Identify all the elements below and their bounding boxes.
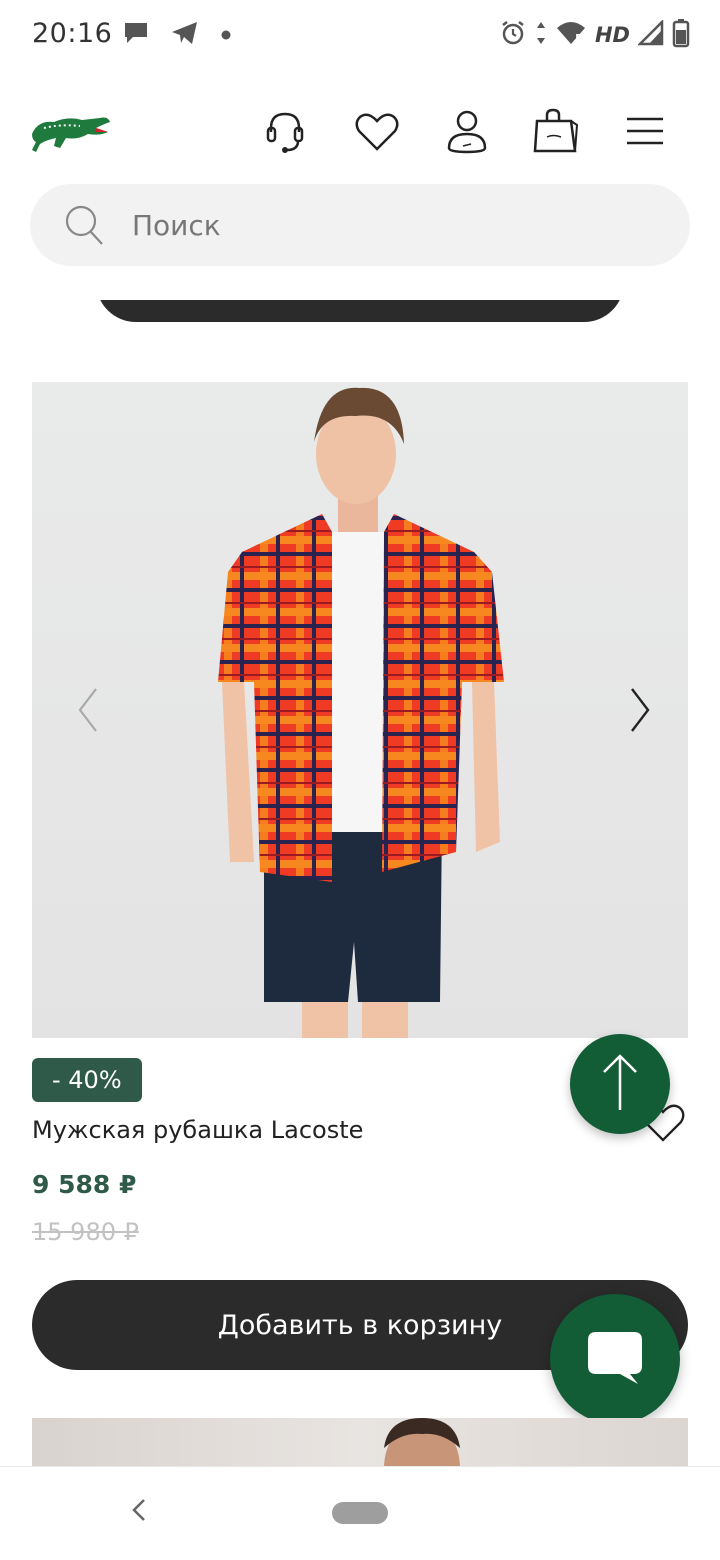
heart-icon [640,1104,686,1146]
signal-sub-label: 5 [574,32,583,45]
wifi-icon: 5 [555,20,587,50]
user-icon[interactable] [440,104,494,158]
notification-icons [122,20,232,50]
shopping-bag-icon[interactable] [528,104,582,158]
lacoste-crocodile-logo[interactable] [30,106,112,160]
search-bar[interactable] [30,184,690,266]
heart-icon[interactable] [350,104,404,158]
status-bar: 20:16 5 HD [0,0,720,72]
search-icon [64,204,104,250]
hd-label: HD [594,23,630,47]
chat-bubble-icon [584,1326,646,1392]
chevron-right-icon [628,687,652,737]
dot-icon [220,26,232,45]
current-price: 9 588 ₽ [32,1170,137,1199]
alarm-icon [499,19,527,51]
product-photo [218,387,504,1038]
product-image[interactable] [32,382,688,1038]
chat-button[interactable] [550,1294,680,1424]
menu-icon[interactable] [618,104,672,158]
data-arrows-icon [535,20,547,50]
next-product-image[interactable] [32,1418,688,1468]
next-product-photo [384,1418,460,1468]
arrow-up-icon [600,1052,640,1116]
carousel-next-button[interactable] [620,682,660,742]
chat-bubble-icon [122,20,150,50]
discount-badge: - 40% [32,1058,142,1102]
signal-icon [636,18,664,50]
carousel-prev-button[interactable] [68,682,108,742]
header-backdrop [0,266,720,300]
headset-icon[interactable] [258,104,312,158]
old-price: 15 980 ₽ [32,1218,139,1246]
system-icons: 5 HD [499,18,690,52]
back-button[interactable] [122,1495,156,1529]
system-navigation-bar [0,1466,720,1560]
battery-icon [672,18,690,52]
telegram-icon [170,20,200,50]
chevron-left-icon [76,687,100,737]
product-title[interactable]: Мужская рубашка Lacoste [32,1116,363,1144]
scroll-to-top-button[interactable] [570,1034,670,1134]
home-pill-button[interactable] [332,1502,388,1524]
chevron-left-icon [131,1498,147,1526]
search-input[interactable] [132,184,652,266]
site-header [0,96,720,168]
status-time: 20:16 [32,18,113,49]
